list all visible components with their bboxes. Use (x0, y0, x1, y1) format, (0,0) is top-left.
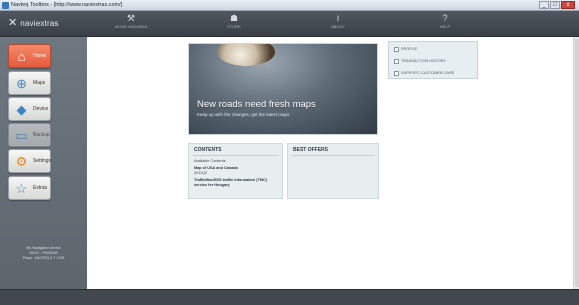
sidebar-item-maps[interactable]: ⊕ Maps (8, 71, 51, 95)
topnav-device-label: Avoid Hazards (114, 24, 148, 29)
window-title: Navteq Toolbox - [http://www.naviextras.… (11, 2, 123, 8)
topnav-help-label: Help (439, 24, 451, 29)
star-icon: ☆ (15, 181, 28, 196)
maps-icon: ⊕ (16, 76, 27, 91)
checkbox-icon (394, 58, 399, 64)
hero-subtitle: Keep up with the changes, get the latest… (197, 112, 290, 117)
content-item-name[interactable]: TrafficMax/SDS traffic information (TMC)… (194, 178, 279, 188)
link-label: Transaction History (401, 59, 447, 63)
sidebar-item-label: Settings (33, 158, 52, 164)
divider (292, 155, 374, 156)
sidebar-item-home[interactable]: ⌂ Home (8, 44, 51, 68)
store-icon: ☗ (229, 13, 239, 23)
window-controls: _ □ x (539, 1, 575, 9)
link-label: Profile (401, 47, 418, 51)
home-icon: ⌂ (17, 49, 26, 64)
link-label: Support, Customer Care (401, 71, 455, 75)
topnav-about[interactable]: i About (303, 13, 373, 30)
topnav-about-label: About (331, 24, 345, 29)
device-icon: ◆ (16, 102, 27, 117)
device-info: My Navigation device AVOC - RS08008 Plaz… (0, 246, 87, 261)
bottom-bar (0, 289, 579, 305)
link-profile[interactable]: Profile (394, 45, 417, 53)
sidebar-item-label: Device (33, 106, 49, 112)
content-item-name[interactable]: Map of USA and Canada (194, 166, 238, 170)
sidebar-item-label: Extras (33, 185, 48, 191)
topnav-help[interactable]: ? Help (410, 13, 480, 30)
scrollbar-thumb[interactable] (575, 39, 579, 287)
topnav-store[interactable]: ☗ Store (199, 13, 269, 30)
window-titlebar: Navteq Toolbox - [http://www.naviextras.… (0, 0, 579, 11)
top-navigation-bar: ✕ naviextras ⚒ Avoid Hazards ☗ Store i A… (0, 11, 579, 37)
sidebar-item-extras[interactable]: ☆ Extras (8, 176, 51, 200)
device-info-line: Plaza - NAVTEQ 5.7 1708 (22, 256, 65, 260)
maximize-button[interactable]: □ (550, 1, 560, 9)
best-offers-panel: BEST OFFERS (287, 143, 379, 199)
link-transaction-history[interactable]: Transaction History (394, 57, 446, 65)
checkbox-icon (394, 46, 399, 52)
contents-title: CONTENTS (194, 147, 222, 153)
sidebar-item-label: Home (33, 53, 47, 59)
content-item-detail: 2011Q2 (194, 171, 208, 175)
sidebar-item-backup[interactable]: ▭ Backup (8, 123, 51, 147)
hero-title: New roads need fresh maps (197, 99, 316, 110)
divider (193, 155, 278, 156)
topnav-store-label: Store (227, 24, 241, 29)
logo-text: naviextras (20, 18, 59, 28)
vertical-scrollbar[interactable] (573, 37, 579, 289)
hero-image (217, 44, 275, 66)
hero-banner[interactable]: New roads need fresh maps Keep up with t… (188, 43, 378, 135)
topnav-device[interactable]: ⚒ Avoid Hazards (96, 13, 166, 30)
best-offers-title: BEST OFFERS (293, 147, 329, 153)
settings-icon: ⚙ (15, 154, 28, 169)
account-links: Profile Transaction History Support, Cus… (388, 41, 478, 79)
sidebar-item-label: Backup (33, 132, 50, 138)
logo-icon: ✕ (8, 17, 18, 29)
link-support[interactable]: Support, Customer Care (394, 69, 454, 77)
logo: ✕ naviextras (8, 17, 59, 29)
contents-panel: CONTENTS Available Contents Map of USA a… (188, 143, 283, 199)
sidebar: ⌂ Home ⊕ Maps ◆ Device ▭ Backup ⚙ Settin… (0, 37, 87, 289)
sidebar-item-device[interactable]: ◆ Device (8, 97, 51, 121)
backup-icon: ▭ (15, 128, 28, 143)
help-icon: ? (442, 13, 448, 23)
close-button[interactable]: x (561, 1, 575, 9)
main-content: New roads need fresh maps Keep up with t… (87, 37, 573, 289)
app-icon (2, 2, 9, 9)
minimize-button[interactable]: _ (539, 1, 549, 9)
sidebar-item-settings[interactable]: ⚙ Settings (8, 149, 51, 173)
available-contents-label: Available Contents (194, 159, 226, 163)
checkbox-icon (394, 70, 399, 76)
sidebar-item-label: Maps (33, 80, 46, 86)
device-icon: ⚒ (126, 13, 136, 23)
info-icon: i (337, 13, 339, 23)
